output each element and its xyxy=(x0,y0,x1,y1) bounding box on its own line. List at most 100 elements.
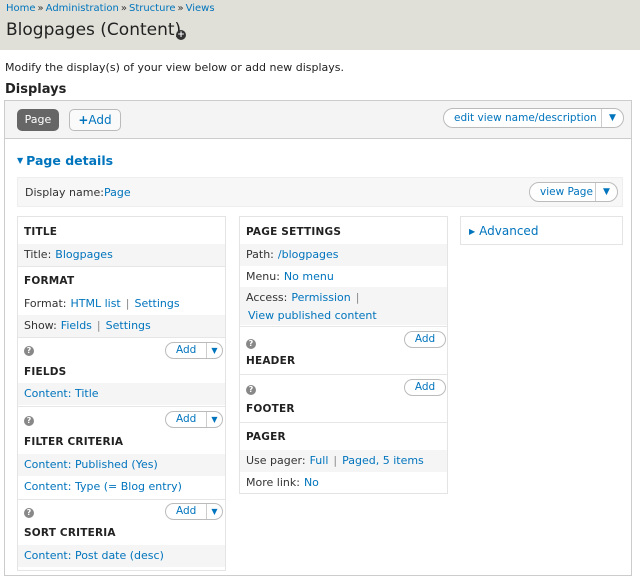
path-value[interactable]: /blogpages xyxy=(278,248,339,261)
access-row: Access: Permission | View published conten… xyxy=(240,287,447,325)
more-link-label: More link: xyxy=(246,476,300,489)
use-pager-label: Use pager: xyxy=(246,454,306,467)
edit-view-name-label: edit view name/description xyxy=(454,112,597,124)
format-row: Format: HTML list | Settings xyxy=(18,293,225,315)
sort-item[interactable]: Content: Post date (desc) xyxy=(24,549,164,562)
triangle-down-icon: ▼ xyxy=(17,156,24,165)
help-icon[interactable]: ? xyxy=(246,339,256,349)
breadcrumb-views[interactable]: Views xyxy=(186,3,215,14)
title-row: Title: Blogpages xyxy=(18,244,225,266)
help-icon[interactable]: ? xyxy=(246,385,256,395)
chevron-down-icon[interactable]: ▼ xyxy=(206,504,222,519)
page-title: Blogpages (Content) xyxy=(6,20,182,40)
pager-heading: PAGER xyxy=(246,431,286,443)
divider xyxy=(18,266,225,267)
help-icon[interactable]: ? xyxy=(24,416,34,426)
filter-item[interactable]: Content: Published (Yes) xyxy=(24,458,158,471)
page-details-toggle[interactable]: ▼ Page details xyxy=(17,153,113,168)
list-item: Content: Published (Yes) xyxy=(18,454,225,476)
display-name-label: Display name: xyxy=(25,186,104,199)
filter-add-button[interactable]: Add ▼ xyxy=(165,411,223,428)
add-display-label: Add xyxy=(88,113,112,127)
fields-heading: FIELDS xyxy=(24,366,67,378)
header-add-button[interactable]: Add xyxy=(404,331,446,348)
view-page-button[interactable]: view Page ▼ xyxy=(529,182,618,202)
filter-add-label: Add xyxy=(176,413,197,425)
help-icon[interactable]: ? xyxy=(24,346,34,356)
tab-page[interactable]: Page xyxy=(17,109,59,131)
format-value[interactable]: HTML list xyxy=(70,297,120,310)
page-settings-heading: PAGE SETTINGS xyxy=(246,226,342,238)
help-icon[interactable]: ? xyxy=(24,508,34,518)
add-shortcut-icon[interactable]: + xyxy=(176,30,186,40)
access-value[interactable]: Permission xyxy=(291,291,350,304)
chevron-down-icon[interactable]: ▼ xyxy=(595,183,617,201)
column-first: TITLE Title: Blogpages FORMAT Format: HTML… xyxy=(17,216,226,571)
field-item[interactable]: Content: Title xyxy=(24,387,99,400)
edit-view-name-button[interactable]: edit view name/description ▼ xyxy=(443,108,624,128)
column-second: PAGE SETTINGS Path: /blogpages Menu: No me… xyxy=(239,216,448,494)
plus-icon: + xyxy=(78,113,89,127)
title-label: Title: xyxy=(24,248,52,261)
footer-heading: FOOTER xyxy=(246,403,295,415)
divider xyxy=(18,406,225,407)
display-name-row: Display name: Page view Page ▼ xyxy=(17,177,623,207)
fields-add-button[interactable]: Add ▼ xyxy=(165,342,223,359)
path-label: Path: xyxy=(246,248,274,261)
display-name-value[interactable]: Page xyxy=(104,186,131,199)
header-heading: HEADER xyxy=(246,355,296,367)
displays-heading: Displays xyxy=(5,82,67,97)
more-link-row: More link: No xyxy=(240,472,447,494)
sort-add-label: Add xyxy=(176,505,197,517)
format-heading: FORMAT xyxy=(24,275,75,287)
sort-add-button[interactable]: Add ▼ xyxy=(165,503,223,520)
breadcrumb-administration[interactable]: Administration xyxy=(46,3,119,14)
divider xyxy=(240,422,447,423)
show-settings-link[interactable]: Settings xyxy=(106,319,151,332)
filter-item[interactable]: Content: Type (= Blog entry) xyxy=(24,480,182,493)
show-label: Show: xyxy=(24,319,57,332)
separator: | xyxy=(125,297,130,310)
show-value[interactable]: Fields xyxy=(61,319,92,332)
format-settings-link[interactable]: Settings xyxy=(134,297,179,310)
column-third: ▶ Advanced xyxy=(460,216,623,245)
divider xyxy=(240,374,447,375)
breadcrumb-separator: » xyxy=(120,3,127,14)
displays-container: Page +Add edit view name/description ▼ ▼… xyxy=(4,100,632,576)
chevron-down-icon[interactable]: ▼ xyxy=(206,412,222,427)
separator: | xyxy=(355,291,360,304)
intro-text: Modify the display(s) of your view below… xyxy=(5,61,345,74)
display-tabs-bar: Page +Add edit view name/description ▼ xyxy=(5,101,631,139)
breadcrumb-home[interactable]: Home xyxy=(6,3,36,14)
chevron-down-icon[interactable]: ▼ xyxy=(206,343,222,358)
menu-value[interactable]: No menu xyxy=(284,270,334,283)
path-row: Path: /blogpages xyxy=(240,244,447,266)
breadcrumb-structure[interactable]: Structure xyxy=(129,3,176,14)
page-details-label: Page details xyxy=(26,153,114,168)
separator: | xyxy=(96,319,101,332)
list-item: Content: Type (= Blog entry) xyxy=(18,476,225,498)
use-pager-value[interactable]: Full xyxy=(310,454,329,467)
divider xyxy=(18,337,225,338)
title-heading: TITLE xyxy=(24,226,58,238)
view-published-link[interactable]: View published content xyxy=(248,309,377,322)
sort-heading: SORT CRITERIA xyxy=(24,527,116,539)
divider xyxy=(240,326,447,327)
use-pager-row: Use pager: Full | Paged, 5 items xyxy=(240,450,447,472)
advanced-toggle[interactable]: ▶ Advanced xyxy=(469,224,538,238)
add-display-button[interactable]: +Add xyxy=(69,109,121,131)
pager-items-value[interactable]: Paged, 5 items xyxy=(342,454,424,467)
title-value[interactable]: Blogpages xyxy=(55,248,113,261)
advanced-label: Advanced xyxy=(479,224,539,238)
menu-label: Menu: xyxy=(246,270,280,283)
divider xyxy=(18,499,225,500)
chevron-down-icon[interactable]: ▼ xyxy=(601,109,623,127)
show-row: Show: Fields | Settings xyxy=(18,315,225,337)
view-page-label: view Page xyxy=(540,186,593,198)
breadcrumb: Home» Administration» Structure» Views xyxy=(6,3,215,14)
triangle-right-icon: ▶ xyxy=(469,227,476,236)
footer-add-button[interactable]: Add xyxy=(404,379,446,396)
page-header: Home» Administration» Structure» Views Blog… xyxy=(0,0,640,50)
filter-heading: FILTER CRITERIA xyxy=(24,436,124,448)
more-link-value[interactable]: No xyxy=(304,476,319,489)
